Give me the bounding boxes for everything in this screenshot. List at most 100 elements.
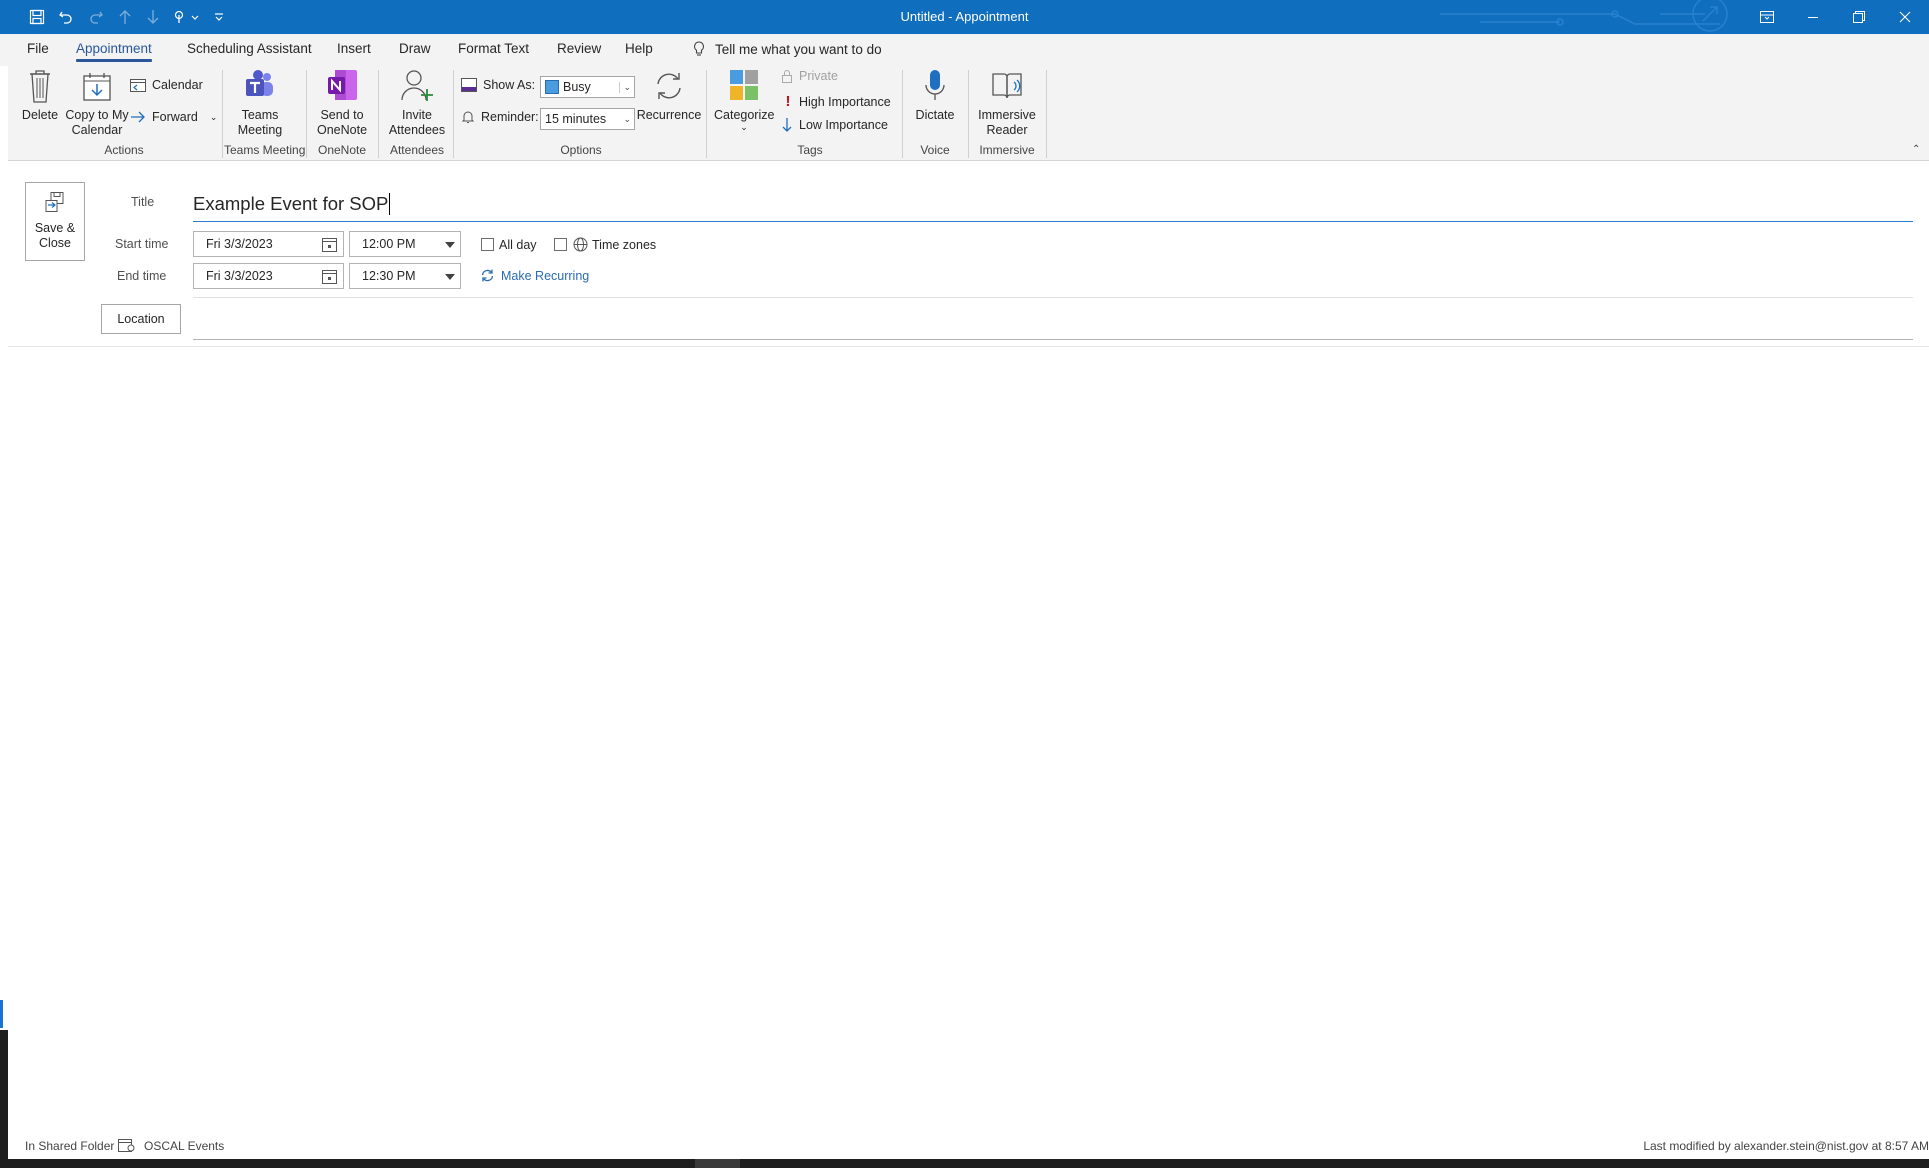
show-as-label: Show As:	[483, 78, 536, 92]
tab-scheduling-assistant[interactable]: Scheduling Assistant	[187, 41, 312, 56]
recurrence-icon	[481, 269, 494, 282]
group-divider	[453, 70, 454, 158]
minimize-icon[interactable]	[1790, 0, 1836, 34]
title-input[interactable]: Example Event for SOP	[193, 186, 1913, 222]
tell-me-text: Tell me what you want to do	[715, 41, 882, 57]
title-value: Example Event for SOP	[193, 192, 389, 214]
private-button[interactable]: Private	[781, 69, 838, 83]
forward-dropdown-icon[interactable]: ⌄	[210, 112, 218, 123]
time-zones-checkbox[interactable]	[554, 238, 567, 251]
location-input[interactable]	[193, 304, 1913, 340]
lock-icon	[782, 70, 792, 83]
restore-icon[interactable]	[1836, 0, 1882, 34]
immersive-reader-button[interactable]: Immersive Reader	[972, 68, 1042, 138]
group-label-immersive: Immersive	[979, 143, 1035, 157]
invite-attendees-button[interactable]: Invite Attendees	[386, 68, 448, 138]
status-bar: In Shared Folder OSCAL Events Last modif…	[8, 1136, 1929, 1156]
tab-format-text[interactable]: Format Text	[458, 41, 529, 56]
reminder-value: 15 minutes	[545, 112, 607, 126]
teams-icon	[246, 70, 273, 96]
title-bar: Untitled - Appointment	[0, 0, 1929, 34]
show-as-icon	[461, 78, 477, 92]
collapse-ribbon-icon[interactable]: ⌃	[1912, 144, 1920, 155]
body-editor[interactable]	[8, 348, 1929, 1128]
forward-button[interactable]: Forward ⌄	[130, 110, 217, 124]
high-importance-button[interactable]: ! High Importance	[783, 93, 891, 110]
make-recurring-label: Make Recurring	[501, 268, 590, 283]
taskbar-strip	[0, 1159, 1929, 1168]
ribbon-display-options-icon[interactable]	[1744, 0, 1790, 34]
dictate-button[interactable]: Dictate	[910, 68, 960, 123]
low-importance-button[interactable]: Low Importance	[781, 117, 888, 133]
tab-appointment[interactable]: Appointment	[76, 41, 152, 62]
location-button[interactable]: Location	[101, 304, 181, 334]
teams-meeting-label: Teams Meeting	[237, 108, 283, 137]
categorize-icon	[730, 70, 758, 100]
ribbon: Delete Copy to My Calendar Calendar Forw…	[8, 66, 1929, 161]
tab-review[interactable]: Review	[557, 41, 601, 56]
calendar-icon	[130, 79, 146, 92]
close-icon[interactable]	[1882, 0, 1928, 34]
time-zones-label: Time zones	[592, 238, 657, 252]
taskbar-item[interactable]	[695, 1159, 740, 1168]
tab-help[interactable]: Help	[625, 41, 653, 56]
dictate-label: Dictate	[915, 108, 955, 122]
recurrence-icon	[657, 73, 681, 99]
calendar-icon[interactable]	[322, 237, 337, 252]
all-day-checkbox[interactable]	[481, 238, 494, 251]
save-close-button[interactable]: Save & Close	[25, 182, 85, 261]
calendar-copy-icon	[83, 73, 111, 101]
chevron-down-icon	[445, 274, 455, 280]
ribbon-tabs: File Appointment Scheduling Assistant In…	[0, 34, 1929, 66]
tab-file[interactable]: File	[27, 41, 49, 56]
show-as-value: Busy	[563, 80, 591, 94]
left-edge-dark	[0, 1030, 8, 1160]
teams-meeting-button[interactable]: Teams Meeting	[230, 68, 290, 138]
show-as-label-row: Show As:	[461, 78, 535, 92]
group-label-teams-meeting: Teams Meeting	[224, 143, 306, 157]
immersive-reader-icon	[992, 73, 1022, 99]
shared-folder-name[interactable]: OSCAL Events	[144, 1139, 224, 1153]
title-label: Title	[131, 195, 155, 209]
chevron-down-icon: ⌄	[623, 114, 631, 124]
microphone-icon	[925, 70, 945, 100]
tab-draw[interactable]: Draw	[399, 41, 431, 56]
forward-arrow-icon	[131, 111, 145, 123]
copy-to-calendar-button[interactable]: Copy to My Calendar	[62, 68, 132, 138]
end-time-dropdown[interactable]: 12:30 PM	[349, 263, 461, 289]
invite-attendee-icon	[401, 70, 433, 101]
start-date-picker[interactable]: Fri 3/3/2023	[193, 231, 344, 257]
trash-icon	[30, 70, 50, 103]
delete-button[interactable]: Delete	[18, 68, 62, 123]
categorize-button[interactable]: Categorize ⌄	[714, 68, 774, 132]
chevron-down-icon: ⌄	[619, 82, 631, 93]
start-time-dropdown[interactable]: 12:00 PM	[349, 231, 461, 257]
end-time-label: End time	[117, 269, 167, 283]
group-divider	[968, 70, 969, 158]
bell-icon	[461, 111, 475, 123]
onenote-icon	[328, 70, 357, 100]
group-divider	[306, 70, 307, 158]
recurrence-label: Recurrence	[636, 108, 702, 122]
tab-insert[interactable]: Insert	[337, 41, 371, 56]
calendar-label: Calendar	[152, 78, 203, 92]
tell-me-search[interactable]: Tell me what you want to do	[693, 41, 882, 57]
end-date-picker[interactable]: Fri 3/3/2023	[193, 263, 344, 289]
recurrence-button[interactable]: Recurrence	[636, 68, 702, 123]
reminder-dropdown[interactable]: 15 minutes ⌄	[540, 108, 635, 130]
immersive-reader-label: Immersive Reader	[978, 108, 1036, 137]
text-cursor	[389, 192, 391, 215]
save-close-icon	[45, 192, 64, 212]
globe-icon	[573, 237, 588, 252]
last-modified-text: Last modified by alexander.stein@nist.go…	[1643, 1139, 1929, 1153]
make-recurring-link[interactable]: Make Recurring	[480, 268, 589, 283]
calendar-icon[interactable]	[322, 269, 337, 284]
send-to-onenote-button[interactable]: Send to OneNote	[314, 68, 370, 138]
group-divider	[378, 70, 379, 158]
group-label-tags: Tags	[797, 143, 823, 157]
show-as-dropdown[interactable]: Busy ⌄	[540, 76, 635, 98]
chevron-down-icon	[445, 242, 455, 248]
high-importance-label: High Importance	[799, 94, 891, 109]
calendar-button[interactable]: Calendar	[130, 78, 203, 92]
delete-label: Delete	[21, 108, 59, 122]
